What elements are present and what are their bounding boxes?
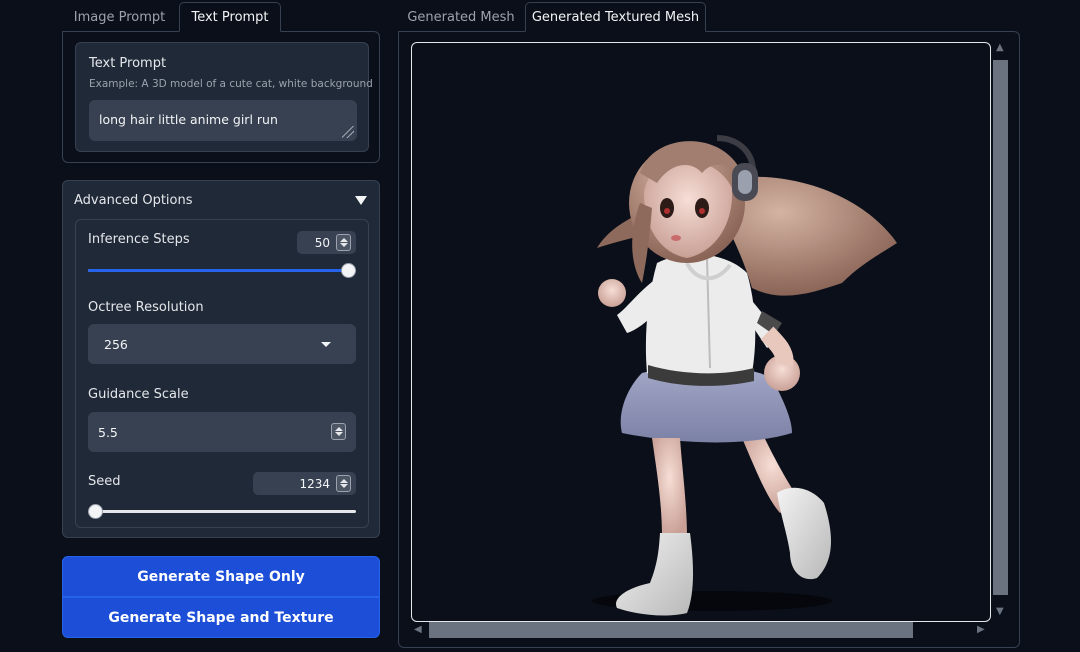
generate-shape-button[interactable]: Generate Shape Only [62,556,380,597]
seed-slider[interactable] [88,504,356,519]
stepper-icon[interactable] [336,234,351,251]
tab-text-prompt[interactable]: Text Prompt [179,2,281,32]
inference-steps-slider-thumb[interactable] [341,263,356,278]
scroll-right-arrow-icon[interactable]: ▶ [977,624,985,635]
text-prompt-panel: Text Prompt Example: A 3D model of a cut… [62,31,380,163]
octree-resolution-label: Octree Resolution [88,300,204,315]
stepper-icon[interactable] [331,423,346,440]
advanced-options-header[interactable]: Advanced Options [74,193,193,208]
guidance-scale-label: Guidance Scale [88,387,189,402]
tab-generated-mesh[interactable]: Generated Mesh [398,2,524,32]
advanced-options-panel: Advanced Options Inference Steps 50 Octr… [62,180,380,538]
text-prompt-hint: Example: A 3D model of a cute cat, white… [89,78,373,90]
scroll-up-arrow-icon[interactable]: ▲ [996,42,1004,53]
scroll-down-arrow-icon[interactable]: ▼ [996,606,1004,617]
inference-steps-slider-fill [88,269,349,272]
scroll-left-arrow-icon[interactable]: ◀ [414,624,422,635]
inference-steps-input[interactable]: 50 [297,231,356,254]
text-prompt-value: long hair little anime girl run [99,112,278,127]
collapse-caret-icon[interactable] [355,196,367,205]
mesh-viewer-panel: ▲ ▼ ◀ ▶ [398,31,1020,648]
text-prompt-box: Text Prompt Example: A 3D model of a cut… [75,42,373,152]
text-prompt-label: Text Prompt [89,56,167,71]
inference-steps-label: Inference Steps [88,232,190,247]
advanced-options-body: Inference Steps 50 Octree Resolution 256… [75,219,369,528]
dropdown-arrow-icon [321,342,331,347]
seed-input[interactable]: 1234 [253,472,356,495]
generate-shape-texture-button[interactable]: Generate Shape and Texture [62,597,380,638]
tab-image-prompt[interactable]: Image Prompt [62,2,177,32]
stepper-icon[interactable] [336,475,351,492]
resize-handle-icon[interactable] [342,126,354,138]
octree-resolution-dropdown[interactable]: 256 [88,324,356,364]
tab-generated-textured-mesh[interactable]: Generated Textured Mesh [525,2,706,32]
text-prompt-input[interactable]: long hair little anime girl run [89,100,357,141]
viewer-horizontal-scrollbar[interactable] [429,622,913,638]
mesh-viewer-canvas[interactable] [411,42,991,622]
octree-resolution-value: 256 [104,336,128,352]
inference-steps-value: 50 [314,235,330,250]
viewer-vertical-scrollbar[interactable] [993,60,1008,595]
guidance-scale-value: 5.5 [98,424,118,440]
seed-label: Seed [88,474,121,489]
seed-value: 1234 [299,476,330,491]
output-tabs: Generated Mesh Generated Textured Mesh [398,2,1020,32]
guidance-scale-input[interactable]: 5.5 [88,412,356,452]
anime-girl-model-render [592,135,897,616]
input-tabs: Image Prompt Text Prompt [62,2,380,32]
inference-steps-slider[interactable] [88,263,356,278]
seed-slider-thumb[interactable] [88,504,103,519]
